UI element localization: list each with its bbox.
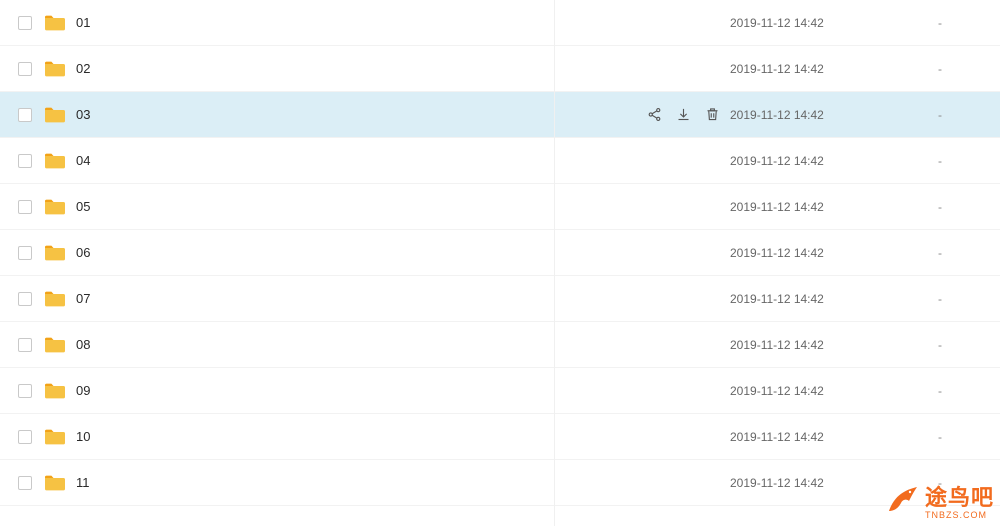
file-row[interactable]: 06 2019-11-12 14:42- — [0, 230, 1000, 276]
file-row[interactable]: 03 2019-11-12 14:42- — [0, 92, 1000, 138]
file-row[interactable]: 01 2019-11-12 14:42- — [0, 0, 1000, 46]
file-row[interactable]: 09 2019-11-12 14:42- — [0, 368, 1000, 414]
file-name: 09 — [76, 383, 90, 398]
file-name: 02 — [76, 61, 90, 76]
folder-icon — [44, 106, 66, 124]
file-name: 11 — [76, 475, 90, 490]
file-row[interactable]: 11 2019-11-12 14:42- — [0, 460, 1000, 506]
row-checkbox[interactable] — [18, 62, 32, 76]
folder-icon — [44, 14, 66, 32]
folder-icon — [44, 198, 66, 216]
folder-icon — [44, 290, 66, 308]
date-cell: 2019-11-12 14:42 — [730, 384, 900, 398]
name-cell[interactable]: 10 — [40, 428, 632, 446]
file-row[interactable]: 04 2019-11-12 14:42- — [0, 138, 1000, 184]
date-cell: 2019-11-12 14:42 — [730, 62, 900, 76]
date-cell: 2019-11-12 14:42 — [730, 476, 900, 490]
name-cell[interactable]: 02 — [40, 60, 632, 78]
date-cell: 2019-11-12 14:42 — [730, 338, 900, 352]
file-row[interactable]: 08 2019-11-12 14:42- — [0, 322, 1000, 368]
row-actions — [632, 107, 730, 122]
file-list: 012019-11-12 14:42-022019-11-12 14:42-03… — [0, 0, 1000, 506]
checkbox-cell — [18, 16, 40, 30]
file-name: 08 — [76, 337, 90, 352]
folder-icon — [44, 336, 66, 354]
size-cell: - — [900, 16, 1000, 30]
folder-icon — [44, 382, 66, 400]
row-checkbox[interactable] — [18, 338, 32, 352]
date-cell: 2019-11-12 14:42 — [730, 16, 900, 30]
name-cell[interactable]: 11 — [40, 474, 632, 492]
row-checkbox[interactable] — [18, 154, 32, 168]
row-checkbox[interactable] — [18, 16, 32, 30]
name-cell[interactable]: 06 — [40, 244, 632, 262]
size-cell: - — [900, 476, 1000, 490]
file-row[interactable]: 02 2019-11-12 14:42- — [0, 46, 1000, 92]
checkbox-cell — [18, 108, 40, 122]
row-checkbox[interactable] — [18, 200, 32, 214]
size-cell: - — [900, 154, 1000, 168]
size-cell: - — [900, 108, 1000, 122]
file-row[interactable]: 10 2019-11-12 14:42- — [0, 414, 1000, 460]
folder-icon — [44, 152, 66, 170]
checkbox-cell — [18, 62, 40, 76]
row-checkbox[interactable] — [18, 108, 32, 122]
size-cell: - — [900, 292, 1000, 306]
checkbox-cell — [18, 430, 40, 444]
name-cell[interactable]: 09 — [40, 382, 632, 400]
watermark-sub: TNBZS.COM — [925, 510, 987, 520]
row-checkbox[interactable] — [18, 292, 32, 306]
size-cell: - — [900, 246, 1000, 260]
folder-icon — [44, 428, 66, 446]
file-name: 06 — [76, 245, 90, 260]
row-checkbox[interactable] — [18, 246, 32, 260]
size-cell: - — [900, 384, 1000, 398]
row-checkbox[interactable] — [18, 384, 32, 398]
date-cell: 2019-11-12 14:42 — [730, 154, 900, 168]
file-name: 05 — [76, 199, 90, 214]
checkbox-cell — [18, 200, 40, 214]
name-cell[interactable]: 04 — [40, 152, 632, 170]
folder-icon — [44, 474, 66, 492]
checkbox-cell — [18, 292, 40, 306]
name-cell[interactable]: 05 — [40, 198, 632, 216]
checkbox-cell — [18, 338, 40, 352]
date-cell: 2019-11-12 14:42 — [730, 108, 900, 122]
file-row[interactable]: 07 2019-11-12 14:42- — [0, 276, 1000, 322]
file-name: 01 — [76, 15, 90, 30]
file-name: 07 — [76, 291, 90, 306]
share-icon[interactable] — [647, 107, 662, 122]
row-checkbox[interactable] — [18, 430, 32, 444]
name-cell[interactable]: 01 — [40, 14, 632, 32]
date-cell: 2019-11-12 14:42 — [730, 292, 900, 306]
file-name: 03 — [76, 107, 90, 122]
checkbox-cell — [18, 154, 40, 168]
checkbox-cell — [18, 384, 40, 398]
delete-icon[interactable] — [705, 107, 720, 122]
folder-icon — [44, 60, 66, 78]
file-name: 04 — [76, 153, 90, 168]
file-name: 10 — [76, 429, 90, 444]
size-cell: - — [900, 62, 1000, 76]
name-cell[interactable]: 03 — [40, 106, 632, 124]
checkbox-cell — [18, 246, 40, 260]
name-cell[interactable]: 08 — [40, 336, 632, 354]
row-checkbox[interactable] — [18, 476, 32, 490]
checkbox-cell — [18, 476, 40, 490]
folder-icon — [44, 244, 66, 262]
date-cell: 2019-11-12 14:42 — [730, 246, 900, 260]
size-cell: - — [900, 430, 1000, 444]
date-cell: 2019-11-12 14:42 — [730, 200, 900, 214]
size-cell: - — [900, 200, 1000, 214]
size-cell: - — [900, 338, 1000, 352]
download-icon[interactable] — [676, 107, 691, 122]
name-cell[interactable]: 07 — [40, 290, 632, 308]
date-cell: 2019-11-12 14:42 — [730, 430, 900, 444]
file-row[interactable]: 05 2019-11-12 14:42- — [0, 184, 1000, 230]
